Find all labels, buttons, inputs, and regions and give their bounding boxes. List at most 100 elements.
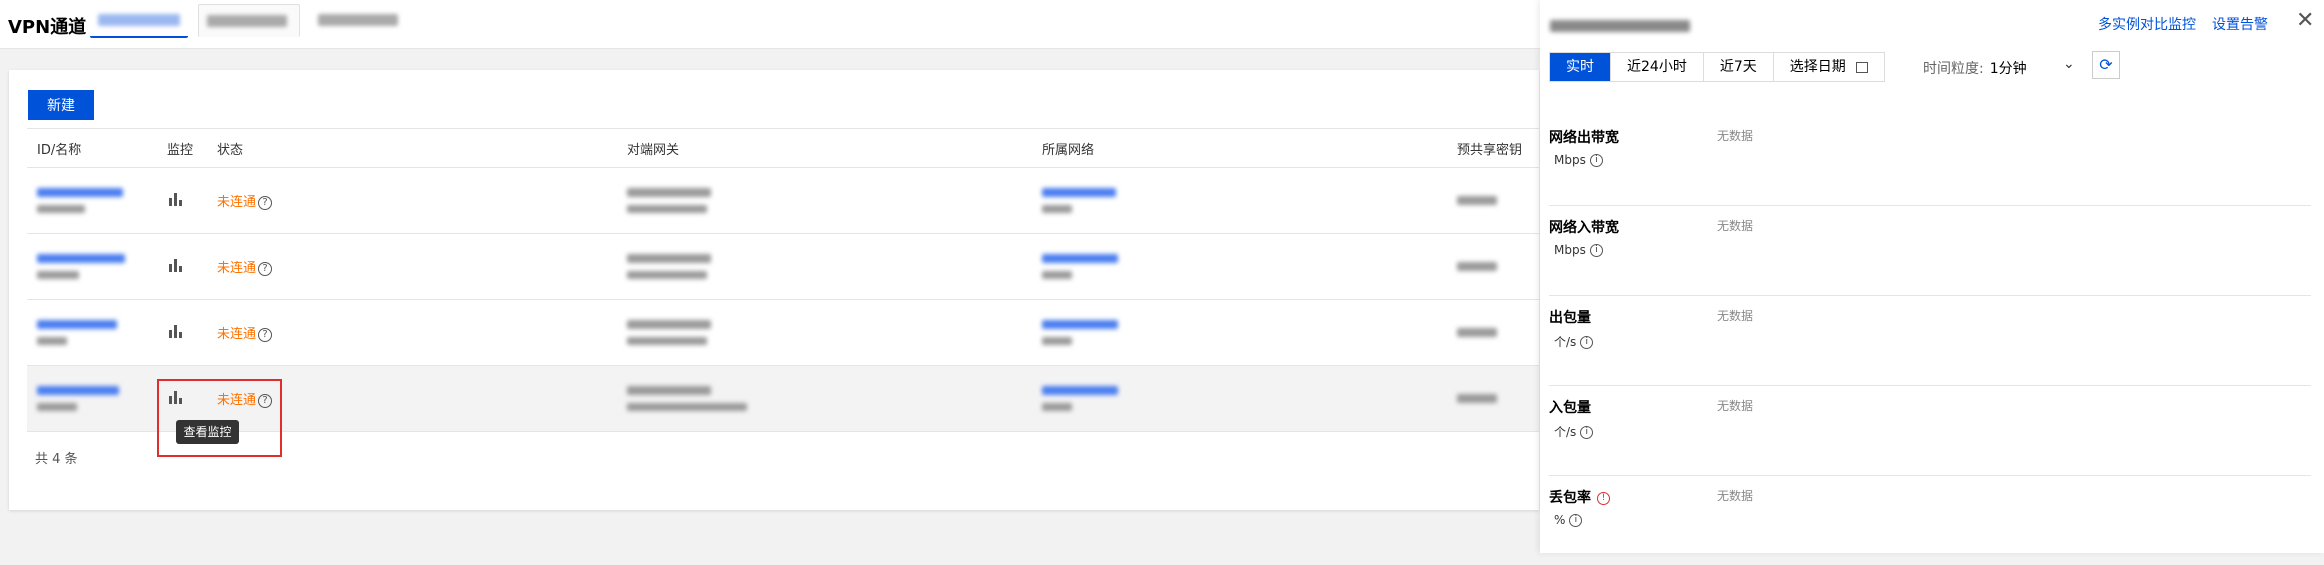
- metric-unit: Mbps i: [1554, 153, 1603, 167]
- redacted-vpc-link[interactable]: [1042, 188, 1116, 197]
- table-header: ID/名称 监控 状态 对端网关 所属网络 预共享密钥: [27, 128, 1539, 168]
- range-custom[interactable]: 选择日期: [1774, 53, 1884, 81]
- bar-chart-icon[interactable]: [167, 258, 183, 272]
- vpc-cell: [1032, 233, 1447, 300]
- id-cell[interactable]: [27, 233, 157, 300]
- status-cell: 未连通?: [207, 299, 617, 366]
- table-row: 未连通?: [27, 299, 1539, 366]
- id-cell[interactable]: [27, 365, 157, 432]
- redacted-vpc-link[interactable]: [1042, 254, 1118, 263]
- tab-region-1[interactable]: [90, 4, 188, 38]
- redacted-value: [1042, 403, 1072, 411]
- metric-unit-label: Mbps: [1554, 153, 1586, 167]
- redacted-vpc-link[interactable]: [1042, 386, 1118, 395]
- redacted-id[interactable]: [37, 188, 123, 197]
- peer-gateway-cell: [617, 299, 1032, 366]
- warning-icon[interactable]: !: [1597, 491, 1610, 505]
- info-icon[interactable]: i: [1580, 336, 1594, 349]
- table-row: 未连通?: [27, 167, 1539, 234]
- metric-value: 无数据: [1717, 219, 1754, 233]
- id-cell[interactable]: [27, 167, 157, 234]
- peer-gateway-cell: [617, 365, 1032, 432]
- metric-unit-label: %: [1554, 513, 1566, 527]
- help-icon[interactable]: ?: [258, 261, 273, 276]
- redacted-tab-label: [318, 14, 398, 26]
- redacted-value: [627, 337, 707, 345]
- psk-cell: [1447, 167, 1539, 234]
- column-header-id: ID/名称: [27, 128, 157, 168]
- redacted-drawer-title: [1550, 20, 1690, 32]
- peer-gateway-cell: [617, 167, 1032, 234]
- column-header-vpc: 所属网络: [1032, 128, 1447, 168]
- redacted-name: [37, 271, 79, 279]
- redacted-tab-label: [207, 15, 287, 27]
- total-count: 共 4 条: [35, 452, 78, 467]
- range-7d[interactable]: 近7天: [1704, 53, 1774, 81]
- compare-monitor-link[interactable]: 多实例对比监控: [2098, 14, 2196, 34]
- metric-row: 网络入带宽 Mbps i 无数据: [1549, 205, 2311, 296]
- bar-chart-icon[interactable]: [167, 192, 183, 206]
- calendar-icon: [1855, 61, 1868, 73]
- status-text: 未连通: [217, 327, 257, 342]
- redacted-id[interactable]: [37, 320, 117, 329]
- redacted-value: [1457, 328, 1497, 337]
- bar-chart-icon[interactable]: [167, 324, 183, 338]
- redacted-value: [627, 188, 711, 197]
- redacted-name: [37, 403, 77, 411]
- metric-name: 网络出带宽: [1549, 130, 1619, 146]
- tab-region-3[interactable]: [310, 4, 410, 36]
- info-icon[interactable]: i: [1589, 244, 1603, 257]
- redacted-name: [37, 337, 67, 345]
- set-alarm-link[interactable]: 设置告警: [2212, 14, 2268, 34]
- redacted-id[interactable]: [37, 386, 119, 395]
- vpc-cell: [1032, 167, 1447, 234]
- new-button[interactable]: 新建: [28, 90, 94, 120]
- redacted-value: [627, 403, 747, 411]
- granularity-select[interactable]: 时间粒度: 1分钟 ⌄: [1923, 56, 2075, 78]
- granularity-label: 时间粒度:: [1923, 61, 1984, 77]
- psk-cell: [1447, 233, 1539, 300]
- psk-cell: [1447, 299, 1539, 366]
- column-header-monitor: 监控: [157, 128, 207, 168]
- status-text: 未连通: [217, 261, 257, 276]
- chevron-down-icon: ⌄: [2063, 56, 2075, 72]
- status-text: 未连通: [217, 195, 257, 210]
- range-24h[interactable]: 近24小时: [1611, 53, 1704, 81]
- peer-gateway-cell: [617, 233, 1032, 300]
- status-cell: 未连通?: [207, 233, 617, 300]
- monitor-cell: [157, 167, 207, 234]
- metric-row: 出包量 个/s i 无数据: [1549, 295, 2311, 386]
- metric-unit-label: 个/s: [1554, 335, 1577, 349]
- redacted-value: [627, 386, 711, 395]
- refresh-button[interactable]: ⟳: [2092, 51, 2120, 79]
- column-header-psk: 预共享密钥: [1447, 128, 1539, 168]
- help-icon[interactable]: ?: [258, 195, 273, 210]
- redacted-value: [627, 205, 707, 213]
- redacted-value: [1457, 196, 1497, 205]
- redacted-id[interactable]: [37, 254, 125, 263]
- psk-cell: [1447, 365, 1539, 432]
- metric-name-wrap: 丢包率!: [1549, 487, 1610, 507]
- redacted-value: [627, 320, 711, 329]
- granularity-value: 1分钟: [1989, 61, 2027, 77]
- vpc-cell: [1032, 365, 1447, 432]
- metric-name: 出包量: [1549, 310, 1591, 326]
- help-icon[interactable]: ?: [258, 327, 273, 342]
- close-icon[interactable]: ✕: [2296, 8, 2314, 33]
- id-cell[interactable]: [27, 299, 157, 366]
- info-icon[interactable]: i: [1580, 426, 1594, 439]
- redacted-tab-label: [98, 14, 180, 26]
- redacted-name: [37, 205, 85, 213]
- tab-region-2[interactable]: [198, 4, 300, 37]
- highlight-box: [157, 379, 282, 457]
- info-icon[interactable]: i: [1589, 154, 1603, 167]
- metric-unit: % i: [1554, 513, 1583, 527]
- range-realtime[interactable]: 实时: [1550, 53, 1611, 81]
- metric-row: 丢包率! % i 无数据: [1549, 475, 2311, 565]
- table-row: 未连通?: [27, 233, 1539, 300]
- vpc-cell: [1032, 299, 1447, 366]
- info-icon[interactable]: i: [1569, 514, 1583, 527]
- metric-name: 丢包率: [1549, 490, 1591, 506]
- tooltip: 查看监控: [176, 420, 239, 444]
- redacted-vpc-link[interactable]: [1042, 320, 1118, 329]
